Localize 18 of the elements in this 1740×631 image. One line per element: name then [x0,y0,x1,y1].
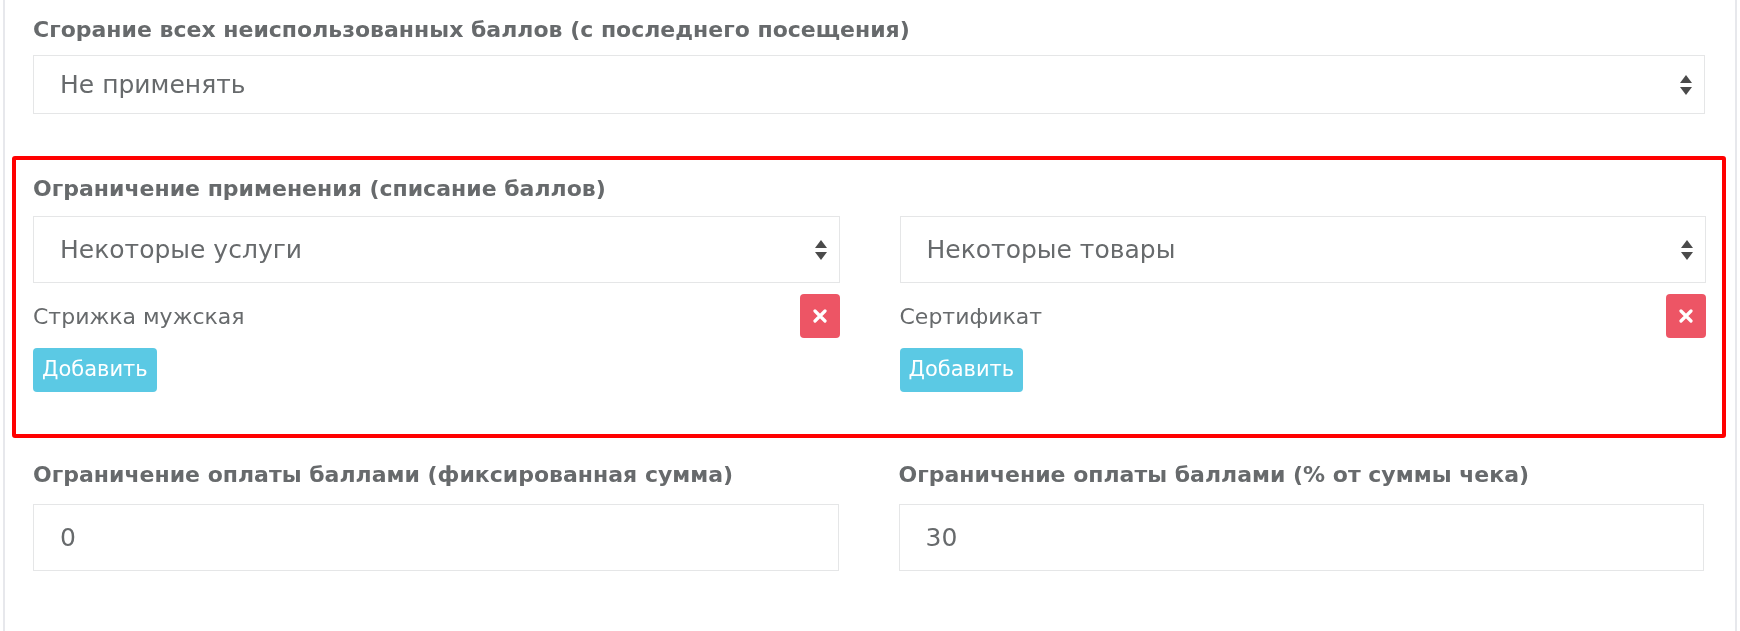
section-title: Ограничение применения (списание баллов) [33,175,606,203]
amount-input[interactable]: 0 [33,504,839,571]
item-name: Стрижка мужская [33,302,245,331]
item-name: Сертификат [899,302,1043,331]
amount-input[interactable]: 30 [898,504,1704,571]
expiry-select[interactable]: Не применять [33,55,1705,114]
field-label: Ограничение оплаты баллами (% от суммы чека) [898,461,1530,489]
remove-button[interactable] [1666,294,1706,338]
scope-select[interactable]: Некоторые товары [899,216,1706,283]
remove-button[interactable] [799,294,840,338]
sort-arrows-icon [1680,74,1692,95]
close-icon [1679,309,1693,323]
sort-arrows-icon [814,239,827,260]
field-label: Ограничение оплаты баллами (фиксированная сумма) [33,461,734,489]
field-label: Сгорание всех неиспользованных баллов (с последнего посещения) [33,16,910,44]
close-icon [812,309,827,323]
sort-arrows-icon [1681,239,1693,260]
scope-select[interactable]: Некоторые услуги [33,216,840,283]
